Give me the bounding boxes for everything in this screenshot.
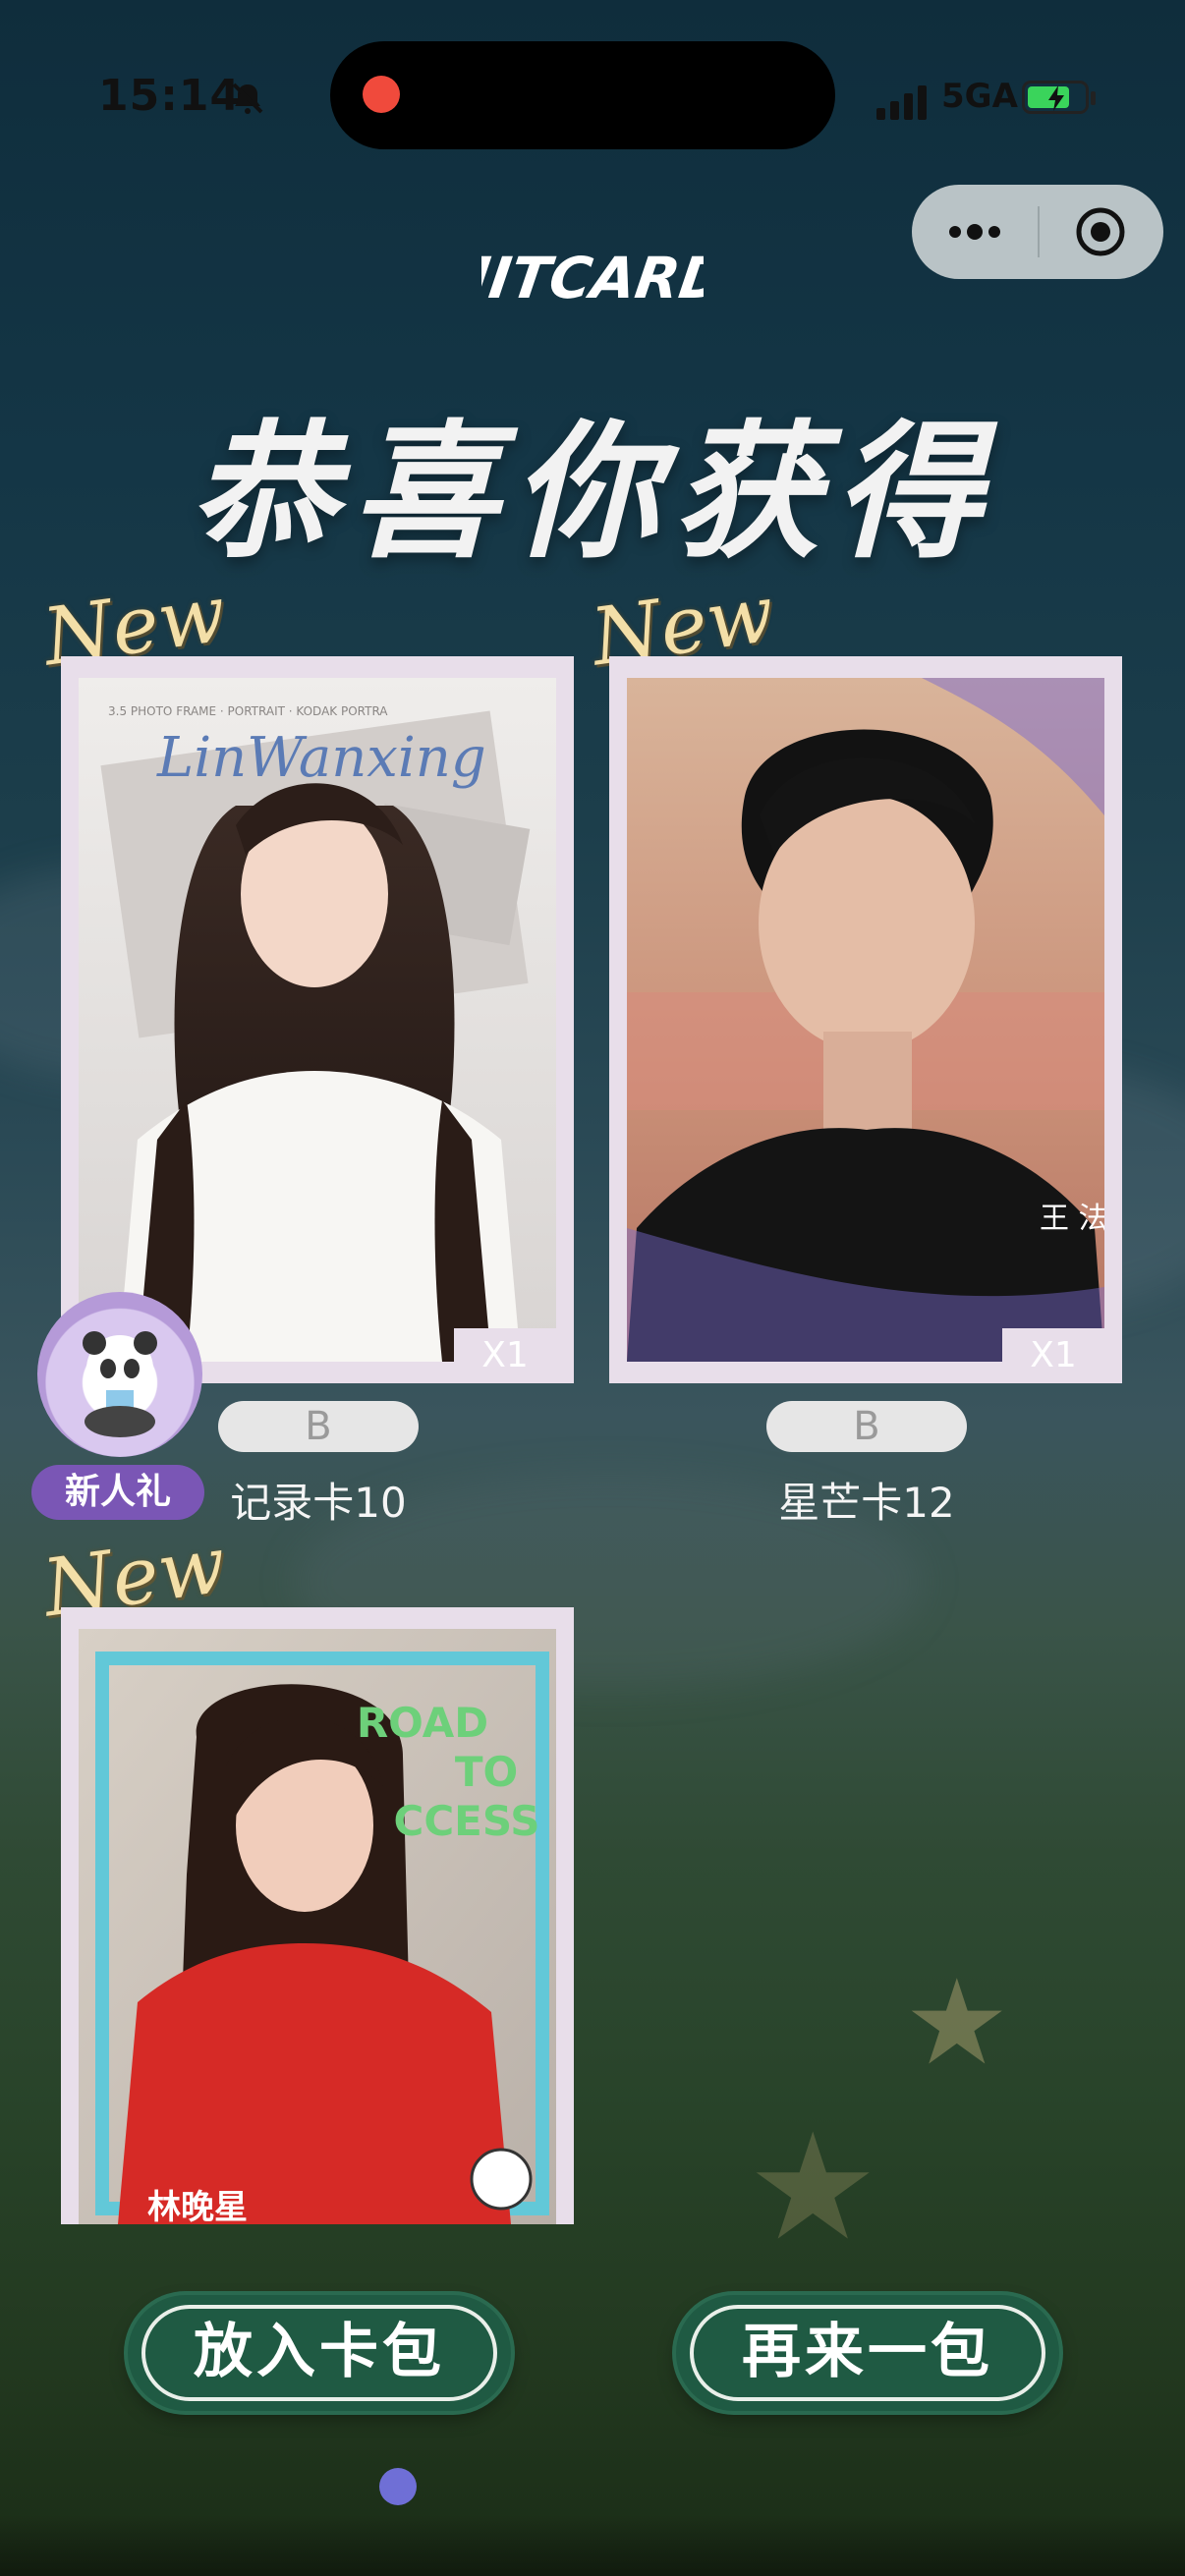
card-grade: B bbox=[766, 1401, 967, 1452]
cellular-signal-icon bbox=[876, 85, 927, 120]
add-to-pack-button[interactable]: 放入卡包 bbox=[128, 2295, 511, 2411]
network-type: 5GA bbox=[941, 77, 1018, 116]
card-photo: LinWanxing 3.5 PHOTO FRAME · PORTRAIT · … bbox=[79, 678, 556, 1362]
mini-program-capsule bbox=[912, 185, 1163, 279]
capsule-divider bbox=[1038, 206, 1040, 257]
card-photo: ROAD TO CCESS 林晚星 bbox=[79, 1629, 556, 2224]
congrats-title: 恭喜你获得 bbox=[189, 406, 995, 579]
card-name: 星芒卡12 bbox=[778, 1479, 955, 1527]
card-photo-caption: CCESS bbox=[394, 1797, 540, 1845]
more-options-icon[interactable] bbox=[943, 216, 1006, 248]
card-photo-caption: TO bbox=[455, 1748, 518, 1796]
page-indicator-dot bbox=[379, 2468, 417, 2505]
card-signature: 王 法 bbox=[1040, 1202, 1104, 1236]
sparkle-star: ★ bbox=[904, 1955, 1010, 2092]
newcomer-gift-badge[interactable]: 新人礼 bbox=[29, 1292, 206, 1520]
card-item[interactable]: 王 法 X1 bbox=[609, 656, 1122, 1383]
card-grade: B bbox=[218, 1401, 419, 1452]
bell-muted-icon bbox=[232, 83, 263, 114]
battery-icon bbox=[1022, 81, 1089, 114]
sparkle-star: ★ bbox=[747, 2102, 879, 2273]
dynamic-island bbox=[330, 41, 835, 149]
recording-indicator-icon bbox=[363, 76, 400, 113]
card-photo-caption: ROAD bbox=[357, 1699, 488, 1747]
result-screen: ★ ★ 15:14 5GA HITCARD 恭喜你获得 New LinWanxi… bbox=[0, 0, 1185, 2576]
hitcard-logo: HITCARD bbox=[481, 245, 704, 311]
draw-again-button[interactable]: 再来一包 bbox=[676, 2295, 1059, 2411]
newcomer-gift-label: 新人礼 bbox=[31, 1465, 204, 1520]
add-to-pack-label: 放入卡包 bbox=[141, 2305, 497, 2401]
card-photo-caption: LinWanxing bbox=[156, 726, 486, 790]
card-item[interactable]: ROAD TO CCESS 林晚星 bbox=[61, 1607, 574, 2224]
card-quantity: X1 bbox=[454, 1328, 556, 1383]
card-photo: 王 法 bbox=[627, 678, 1104, 1362]
status-time: 15:14 bbox=[98, 71, 242, 121]
card-photo-header: 3.5 PHOTO FRAME · PORTRAIT · KODAK PORTR… bbox=[108, 704, 388, 718]
bottom-fade bbox=[0, 2515, 1185, 2576]
card-item[interactable]: LinWanxing 3.5 PHOTO FRAME · PORTRAIT · … bbox=[61, 656, 574, 1383]
card-quantity: X1 bbox=[1002, 1328, 1104, 1383]
close-mini-program-icon[interactable] bbox=[1073, 204, 1128, 259]
draw-again-label: 再来一包 bbox=[690, 2305, 1045, 2401]
card-photo-name: 林晚星 bbox=[147, 2188, 248, 2224]
panda-gift-icon bbox=[37, 1292, 202, 1457]
svg-text:HITCARD: HITCARD bbox=[481, 245, 704, 311]
battery-tip bbox=[1091, 91, 1096, 105]
